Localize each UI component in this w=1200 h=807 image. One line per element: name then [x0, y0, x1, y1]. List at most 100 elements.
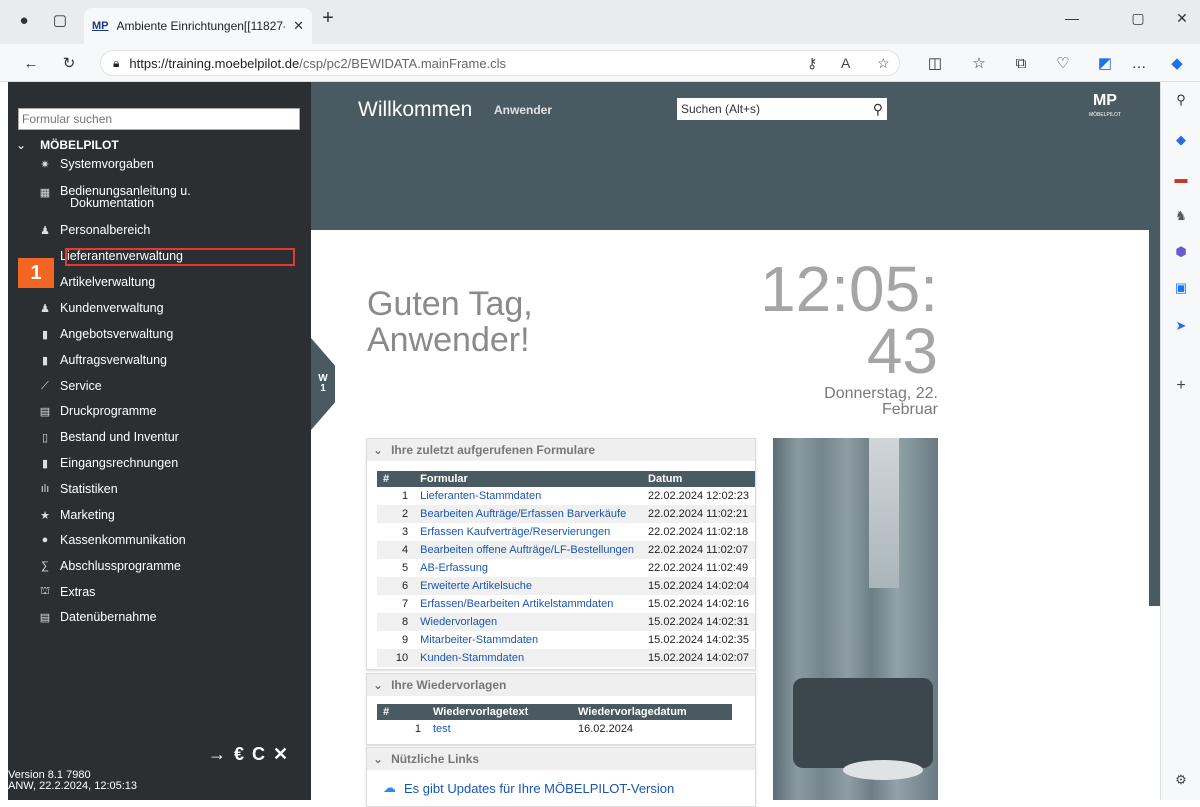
close-window-icon[interactable]: ✕ — [1170, 6, 1194, 30]
nav-item-eingangsrechnungen[interactable]: ▮ Eingangsrechnungen — [38, 456, 178, 470]
settings-icon[interactable]: ⚙ — [1173, 772, 1189, 788]
browser-tab[interactable]: MP Ambiente Einrichtungen[[11827- ✕ — [84, 8, 312, 44]
favorite-icon[interactable]: ☆ — [877, 55, 890, 72]
maximize-icon[interactable]: ▢ — [1126, 6, 1150, 30]
chevron-down-icon[interactable]: ⌄ — [16, 138, 26, 152]
clock-line1: 12:05: — [760, 253, 938, 325]
table-row[interactable]: 7 Erfassen/Bearbeiten Artikelstammdaten 15… — [377, 595, 755, 613]
nav-item-artikelverwaltung[interactable]: Artikelverwaltung — [38, 275, 155, 289]
inventory-icon: ▯ — [41, 431, 49, 444]
nav-item-kundenverwaltung[interactable]: ♟ Kundenverwaltung — [38, 301, 164, 315]
search-icon[interactable]: ⚲ — [873, 101, 883, 118]
nav-item-systemvorgaben[interactable]: ✷ Systemvorgaben — [38, 157, 154, 171]
currency-icon[interactable]: € — [234, 744, 244, 765]
chevron-down-icon[interactable]: ⌄ — [373, 678, 383, 692]
chevron-down-icon[interactable]: ⌄ — [373, 752, 383, 766]
key-icon[interactable]: ⚷ — [807, 55, 817, 72]
nav-item-personalbereich[interactable]: ♟ Personalbereich — [38, 223, 150, 237]
reminders-header[interactable]: ⌄ Ihre Wiedervorlagen — [367, 674, 755, 696]
lock-icon[interactable]: 🔒︎ — [113, 56, 119, 71]
nav-item-statistiken[interactable]: ılı Statistiken — [38, 482, 118, 496]
nav-item-angebotsverwaltung[interactable]: ▮ Angebotsverwaltung — [38, 327, 173, 341]
reminders-table: # Wiedervorlagetext Wiedervorlagedatum 1… — [377, 704, 732, 738]
read-aloud-icon[interactable]: A — [841, 55, 850, 71]
table-row[interactable]: 6 Erweiterte Artikelsuche 15.02.2024 14:02… — [377, 577, 755, 595]
scrollbar-strip — [1149, 230, 1160, 606]
nav-item-bestand[interactable]: ▯ Bestand und Inventur — [38, 430, 179, 444]
recent-forms-header[interactable]: ⌄ Ihre zuletzt aufgerufenen Formulare — [367, 439, 755, 461]
nav-label: Systemvorgaben — [60, 157, 154, 171]
import-icon: ▤ — [39, 611, 51, 624]
update-link[interactable]: ☁ Es gibt Updates für Ihre MÖBELPILOT-Ve… — [367, 770, 755, 796]
logout-icon[interactable]: → — [208, 744, 226, 765]
back-icon[interactable]: ← — [20, 52, 42, 74]
nav-item-datenuebernahme[interactable]: ▤ Datenübernahme — [38, 610, 157, 624]
table-row[interactable]: 1 Lieferanten-Stammdaten 22.02.2024 12:02:… — [377, 487, 755, 505]
nav-label: Kundenverwaltung — [60, 301, 164, 315]
nav-item-marketing[interactable]: ★ Marketing — [38, 508, 115, 522]
reload-icon[interactable]: ↻ — [58, 52, 80, 74]
nav-item-service[interactable]: ⟋ Service — [38, 379, 102, 393]
favorites-icon[interactable]: ☆ — [968, 52, 990, 74]
sidebar-tools: → € C ✕ — [208, 744, 288, 765]
nav-label: Angebotsverwaltung — [60, 327, 174, 341]
column-header: Wiedervorlagedatum — [572, 704, 732, 720]
tab-actions-icon[interactable]: ▢ — [50, 10, 70, 30]
nav-label: Marketing — [60, 508, 115, 522]
form-search-input[interactable] — [18, 108, 300, 130]
nav-item-extras[interactable]: ⛫ Extras — [38, 585, 96, 599]
split-screen-icon[interactable]: ◫ — [924, 52, 946, 74]
extension-icon[interactable]: ◩ — [1094, 52, 1116, 74]
url-field[interactable]: 🔒︎ https://training.moebelpilot.de/csp/p… — [100, 50, 900, 76]
nav-item-auftragsverwaltung[interactable]: ▮ Auftragsverwaltung — [38, 353, 167, 367]
links-header[interactable]: ⌄ Nützliche Links — [367, 748, 755, 770]
office-icon[interactable]: ⬢ — [1173, 244, 1189, 260]
outlook-icon[interactable]: ▣ — [1173, 280, 1189, 296]
search-icon[interactable]: ⚲ — [1173, 92, 1189, 108]
browser-essentials-icon[interactable]: ♡ — [1052, 52, 1074, 74]
nav-label: Kassenkommunikation — [60, 533, 186, 547]
send-icon[interactable]: ➤ — [1173, 318, 1189, 334]
add-icon[interactable]: + — [1173, 377, 1189, 394]
table-row[interactable]: 1 test 16.02.2024 — [377, 720, 732, 738]
unpin-icon[interactable]: ✕ — [273, 744, 288, 765]
nav-item-kassenkommunikation[interactable]: ● Kassenkommunikation — [38, 533, 186, 547]
table-row[interactable]: 3 Erfassen Kaufverträge/Reservierungen 22.… — [377, 523, 755, 541]
table-row[interactable]: 10 Kunden-Stammdaten 15.02.2024 14:02:07 — [377, 649, 755, 667]
offer-icon: ▮ — [41, 328, 49, 341]
nav-item-druckprogramme[interactable]: ▤ Druckprogramme — [38, 404, 157, 418]
nav-item-abschlussprogramme[interactable]: ∑ Abschlussprogramme — [38, 559, 181, 573]
chess-icon[interactable]: ♞ — [1173, 208, 1189, 224]
profile-icon[interactable]: ● — [14, 10, 34, 30]
order-icon: ▮ — [41, 354, 49, 367]
table-row[interactable]: 5 AB-Erfassung 22.02.2024 11:02:49 — [377, 559, 755, 577]
table-row[interactable]: 9 Mitarbeiter-Stammdaten 15.02.2024 14:02:… — [377, 631, 755, 649]
room-photo — [773, 438, 938, 800]
table-row[interactable]: 8 Wiedervorlagen 15.02.2024 14:02:31 — [377, 613, 755, 631]
collections-icon[interactable]: ⧉ — [1010, 52, 1032, 74]
nav-item-dokumentation[interactable]: ▦ Bedienungsanleitung u. Dokumentation — [38, 185, 191, 210]
table-row[interactable]: 2 Bearbeiten Aufträge/Erfassen Barverkäuf… — [377, 505, 755, 523]
sum-icon: ∑ — [41, 560, 49, 572]
close-tab-icon[interactable]: ✕ — [293, 18, 304, 34]
recent-forms-table: # Formular Datum 1 Lieferanten-Stammdaten… — [377, 471, 755, 667]
toolbox-icon[interactable]: ▬ — [1173, 170, 1189, 186]
recent-forms-panel: ⌄ Ihre zuletzt aufgerufenen Formulare # F… — [366, 438, 756, 670]
panel-title: Ihre zuletzt aufgerufenen Formulare — [391, 443, 596, 457]
tree-root[interactable]: ⌄ MÖBELPILOT — [16, 138, 119, 152]
refresh-icon[interactable]: C — [252, 744, 265, 765]
greeting-line2: Anwender! — [367, 321, 530, 359]
new-tab-icon[interactable]: + — [318, 7, 338, 29]
more-icon[interactable]: … — [1128, 52, 1150, 74]
tree-icon: ⛫ — [39, 585, 51, 597]
tag-icon[interactable]: ◆ — [1173, 132, 1189, 148]
table-row[interactable]: 4 Bearbeiten offene Aufträge/LF-Bestellun… — [377, 541, 755, 559]
session-line: ANW, 22.2.2024, 12:05:13 — [8, 780, 138, 792]
edge-sidebar: ⚲ ◆ ▬ ♞ ⬢ ▣ ➤ + ⚙ — [1160, 82, 1200, 800]
address-bar-row: ← ↻ 🔒︎ https://training.moebelpilot.de/c… — [0, 44, 1200, 82]
copilot-icon[interactable]: ◆ — [1166, 52, 1188, 74]
chevron-down-icon[interactable]: ⌄ — [373, 443, 383, 457]
minimize-icon[interactable]: — — [1060, 6, 1084, 30]
chat-icon: ● — [41, 534, 49, 546]
global-search-input[interactable]: Suchen (Alt+s) ⚲ — [677, 98, 887, 120]
